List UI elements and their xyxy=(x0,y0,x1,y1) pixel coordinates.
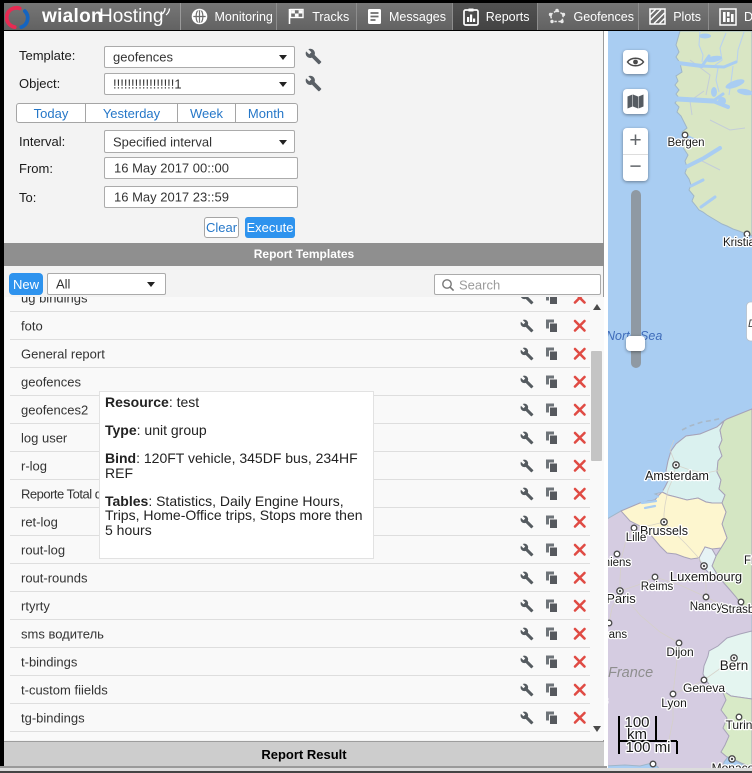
svg-text:Bern: Bern xyxy=(720,658,749,673)
svg-text:Strasbourg: Strasbourg xyxy=(721,604,752,616)
svg-text:Orléans: Orléans xyxy=(608,629,627,641)
svg-text:Lyon: Lyon xyxy=(661,696,687,710)
svg-text:Geneva: Geneva xyxy=(683,681,725,695)
svg-text:Bergen: Bergen xyxy=(667,137,704,149)
svg-text:Turin: Turin xyxy=(726,718,752,732)
svg-text:Reims: Reims xyxy=(641,581,674,593)
svg-text:Amsterdam: Amsterdam xyxy=(645,469,709,483)
svg-text:Brussels: Brussels xyxy=(640,524,688,538)
svg-text:100 mi: 100 mi xyxy=(625,739,670,756)
svg-text:Kristiansand: Kristiansand xyxy=(723,237,752,249)
svg-text:Dijon: Dijon xyxy=(666,645,693,659)
svg-text:Paris: Paris xyxy=(608,591,636,606)
svg-text:Nancy: Nancy xyxy=(690,601,723,613)
svg-text:Lille: Lille xyxy=(626,532,646,544)
svg-text:D: D xyxy=(748,318,752,330)
svg-text:France: France xyxy=(608,665,653,681)
svg-text:Amiens: Amiens xyxy=(608,557,631,569)
svg-text:Luxembourg: Luxembourg xyxy=(670,569,742,584)
svg-text:Frankfurt: Frankfurt xyxy=(744,555,752,567)
